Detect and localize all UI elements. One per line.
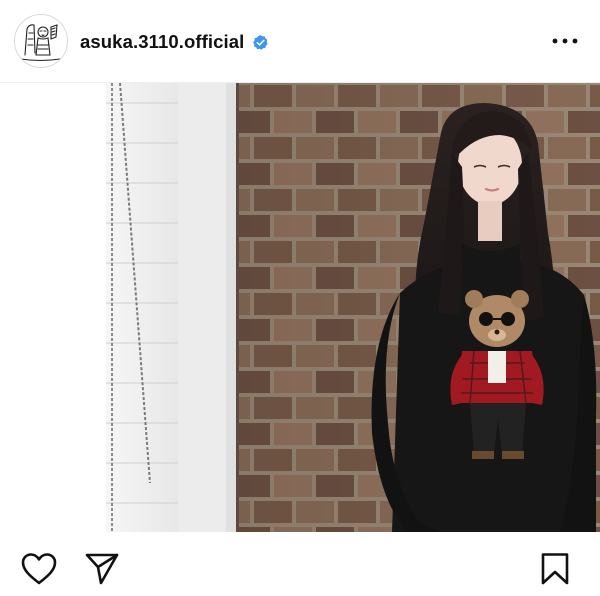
- share-button[interactable]: [84, 552, 120, 591]
- save-button[interactable]: [540, 552, 570, 591]
- like-button[interactable]: [20, 552, 58, 591]
- post-photo[interactable]: [0, 83, 600, 532]
- post-header: asuka.3110.official: [0, 0, 600, 83]
- instagram-post: asuka.3110.official: [0, 0, 600, 596]
- action-bar: [0, 532, 600, 596]
- avatar-illustration: [15, 15, 66, 66]
- more-options-button[interactable]: [550, 30, 580, 52]
- more-horizontal-icon: [552, 38, 578, 44]
- send-icon: [85, 553, 119, 585]
- username-row: asuka.3110.official: [80, 29, 269, 55]
- avatar[interactable]: [14, 14, 68, 68]
- heart-icon: [21, 553, 57, 585]
- username[interactable]: asuka.3110.official: [80, 31, 244, 53]
- bookmark-icon: [541, 553, 569, 585]
- photo-image: [0, 83, 600, 532]
- verified-badge-icon: [252, 34, 269, 51]
